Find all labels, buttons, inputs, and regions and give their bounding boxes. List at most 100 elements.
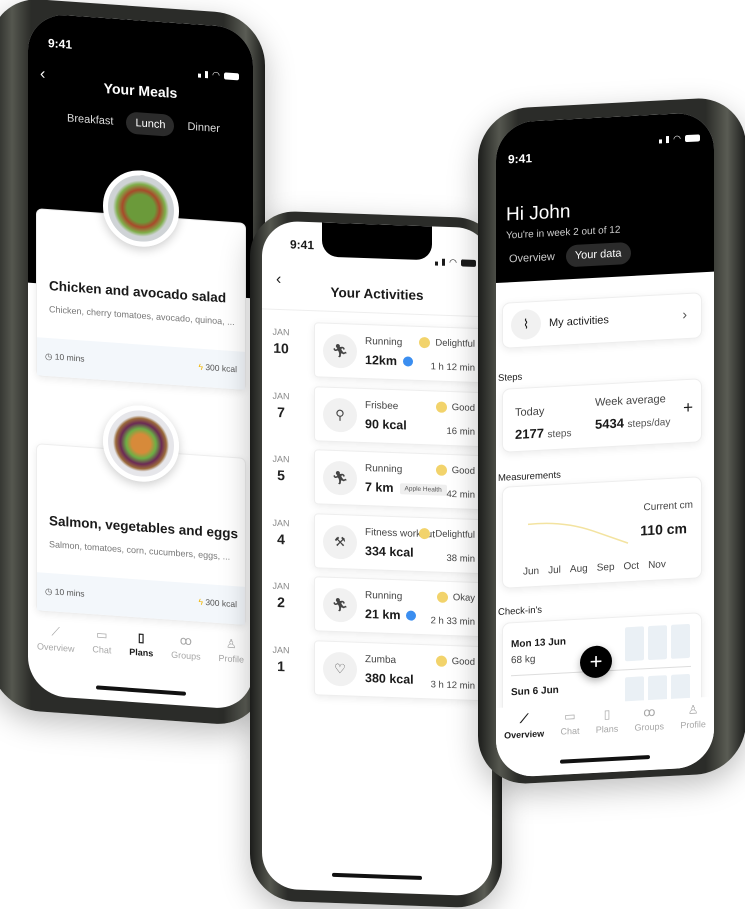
activity-day: 5	[277, 466, 285, 484]
groups-icon: ꝏ	[179, 633, 192, 649]
phone-meals: 9:41 ◠ ‹ Your Meals Breakfast Lunch Dinn…	[0, 0, 265, 728]
activity-card[interactable]: 🏃︎ Running 12km Delightful 1 h 12 min	[314, 322, 482, 384]
activity-card[interactable]: 🏃︎ Running 21 km Okay 2 h 33 min	[314, 576, 482, 638]
nav-overview[interactable]: ⟋ Overview	[504, 711, 544, 740]
activity-month: JAN	[272, 390, 290, 401]
tab-dinner[interactable]: Dinner	[178, 115, 228, 141]
steps-label: Steps	[498, 371, 523, 384]
nav-chat[interactable]: ▭ Chat	[92, 627, 111, 656]
month-label: Nov	[648, 559, 666, 572]
activity-month: JAN	[272, 453, 290, 465]
current-value: 110 cm	[640, 520, 687, 539]
activity-month: JAN	[272, 517, 290, 528]
activity-pulse-icon: ⌇	[511, 308, 541, 341]
signal-icon	[434, 252, 446, 270]
location-icon	[402, 356, 413, 367]
activity-card[interactable]: ♡ Zumba 380 kcal Good 3 h 12 min	[314, 639, 482, 701]
activity-row: JAN 2 🏃︎ Running 21 km Okay 2 h 33 min	[262, 574, 492, 642]
heart-pulse-icon: ♡	[323, 651, 357, 687]
measurements-card[interactable]: Current cm 110 cm Jun Jul Aug Sep Oct Nov	[502, 476, 702, 589]
status-time: 9:41	[48, 36, 73, 52]
home-indicator	[332, 872, 422, 881]
running-icon: 🏃︎	[323, 587, 357, 623]
phone-activities: 9:41 ◠ ‹ Your Activities JAN 10 🏃︎ Runnin…	[250, 210, 502, 909]
running-icon: 🏃︎	[323, 333, 357, 369]
groups-icon: ꝏ	[643, 704, 656, 720]
mood-emoji-icon	[419, 336, 431, 349]
signal-icon	[197, 65, 209, 84]
activity-row: JAN 4 ⚒ Fitness workout 334 kcal Delightf…	[262, 511, 492, 579]
tab-lunch[interactable]: Lunch	[126, 111, 175, 137]
activity-mood: Okay	[452, 592, 475, 604]
nav-profile[interactable]: ♙ Profile	[219, 636, 245, 666]
wifi-icon: ◠	[449, 256, 457, 267]
activity-day: 1	[277, 657, 285, 674]
my-activities-button[interactable]: ⌇ My activities ›	[502, 292, 702, 349]
activity-value: 380 kcal	[365, 670, 414, 687]
nav-profile[interactable]: ♙ Profile	[680, 702, 706, 731]
checkin-date: Mon 13 Jun	[511, 636, 567, 651]
activity-month: JAN	[272, 644, 290, 655]
graph-icon: ⟋	[519, 711, 529, 726]
source-tag: Apple Health	[399, 482, 447, 496]
tab-overview[interactable]: Overview	[500, 246, 564, 271]
measurement-chart	[527, 522, 629, 544]
divider	[262, 308, 492, 318]
overview-screen: 9:41 ◠ Hi John You're in week 2 out of 1…	[496, 111, 714, 779]
meal-footer: ◷ 10 mins ϟ 300 kcal	[37, 572, 245, 625]
nav-plans[interactable]: ▯ Plans	[129, 630, 153, 660]
status-icons: ◠	[658, 128, 700, 148]
status-time: 9:41	[508, 151, 533, 167]
activity-card[interactable]: ⚲ Frisbee 90 kcal Good 16 min	[314, 385, 482, 447]
graph-icon: ⟋	[51, 624, 60, 639]
activity-duration: 1 h 12 min	[430, 361, 475, 374]
nav-overview[interactable]: ⟋ Overview	[37, 623, 75, 654]
activity-date: JAN 10	[270, 327, 292, 357]
status-icons: ◠	[197, 65, 239, 86]
add-steps-button[interactable]: +	[683, 398, 693, 419]
nav-chat[interactable]: ▭ Chat	[560, 709, 579, 738]
week-average-steps: 5434	[595, 415, 624, 432]
battery-icon	[685, 133, 700, 142]
document-icon: ▯	[603, 707, 611, 722]
mood-emoji-icon	[435, 400, 447, 413]
activity-mood: Good	[451, 465, 475, 477]
chat-icon: ▭	[564, 708, 576, 724]
activity-name: Running	[365, 463, 403, 476]
meals-screen: 9:41 ◠ ‹ Your Meals Breakfast Lunch Dinn…	[28, 12, 253, 711]
running-icon: 🏃︎	[323, 460, 357, 496]
activity-day: 10	[273, 339, 289, 357]
greeting: Hi John	[506, 201, 571, 226]
activity-month: JAN	[272, 580, 290, 592]
tab-breakfast[interactable]: Breakfast	[58, 107, 122, 134]
nav-groups[interactable]: ꝏ Groups	[171, 633, 201, 663]
clock-icon: ◷	[45, 585, 53, 597]
activity-card[interactable]: ⚒ Fitness workout 334 kcal Delightful 38…	[314, 512, 482, 574]
activity-card[interactable]: 🏃︎ Running 7 km Apple Health Good 42 min	[314, 449, 482, 511]
lightning-icon: ϟ	[198, 596, 203, 607]
activity-value: 334 kcal	[365, 543, 414, 560]
activity-row: JAN 7 ⚲ Frisbee 90 kcal Good 16 min	[262, 384, 492, 452]
week-average-label: Week average	[595, 393, 666, 409]
nav-plans[interactable]: ▯ Plans	[596, 707, 619, 736]
battery-icon	[224, 71, 239, 80]
steps-card: Today 2177 steps Week average 5434 steps…	[502, 378, 702, 453]
phone-overview: 9:41 ◠ Hi John You're in week 2 out of 1…	[478, 95, 745, 786]
activity-date: JAN 4	[270, 517, 292, 547]
mood-emoji-icon	[435, 654, 447, 667]
checkin-date: Sun 6 Jun	[511, 684, 559, 699]
activity-value: 90 kcal	[365, 416, 407, 432]
meal-time: 10 mins	[54, 586, 85, 599]
frisbee-icon: ⚲	[323, 397, 357, 433]
activity-name: Running	[365, 590, 403, 603]
month-label: Oct	[623, 560, 640, 573]
activity-month: JAN	[272, 326, 290, 338]
tab-your-data[interactable]: Your data	[565, 242, 631, 268]
activity-date: JAN 5	[270, 454, 292, 484]
activity-row: JAN 5 🏃︎ Running 7 km Apple Health Good 4…	[262, 447, 492, 515]
nav-groups[interactable]: ꝏ Groups	[635, 704, 665, 734]
meal-title: Salmon, vegetables and eggs	[49, 513, 239, 542]
activity-mood: Delightful	[435, 337, 475, 350]
profile-icon: ♙	[225, 636, 237, 652]
bottom-nav: ⟋ Overview ▭ Chat ▯ Plans ꝏ Groups ♙ Profile	[28, 623, 253, 667]
